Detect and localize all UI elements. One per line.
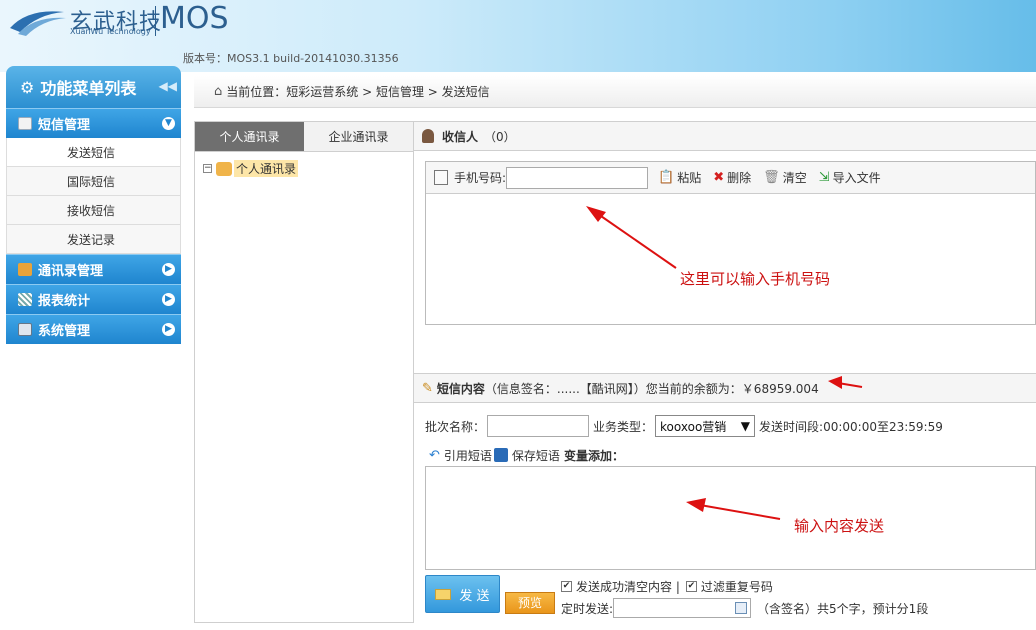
phone-hint-arrow xyxy=(597,213,677,269)
content-hint-arrowhead xyxy=(686,498,706,512)
content-hint-arrow xyxy=(699,504,781,520)
content-hint-annotation: 输入内容发送 xyxy=(794,517,885,535)
balance-hint-arrowhead xyxy=(828,376,842,389)
phone-hint-arrowhead xyxy=(586,206,606,222)
phone-hint-annotation: 这里可以输入手机号码 xyxy=(680,270,831,288)
